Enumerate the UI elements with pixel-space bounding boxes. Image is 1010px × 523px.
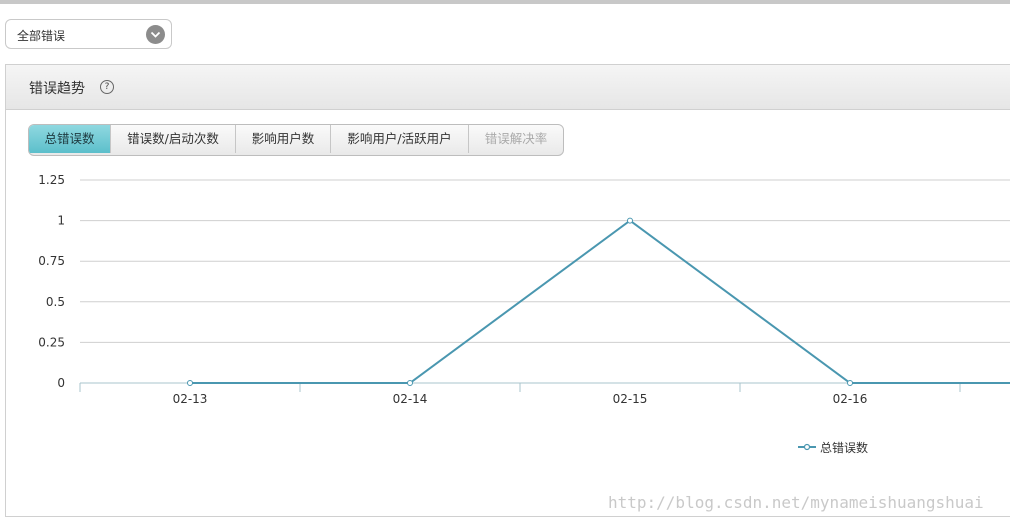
x-tick-label: 02-15 [613, 392, 648, 406]
metric-tabs: 总错误数 错误数/启动次数 影响用户数 影响用户/活跃用户 错误解决率 [28, 124, 564, 156]
tab-total-errors[interactable]: 总错误数 [29, 125, 111, 153]
x-tick-label: 02-16 [833, 392, 868, 406]
tab-errors-per-launch[interactable]: 错误数/启动次数 [111, 125, 236, 153]
chevron-down-icon[interactable] [146, 25, 165, 44]
tab-affected-active-ratio[interactable]: 影响用户/活跃用户 [331, 125, 469, 153]
legend-line-icon [798, 443, 816, 451]
y-tick-label: 0.25 [38, 335, 65, 349]
top-border [0, 0, 1010, 4]
error-filter-select[interactable]: 全部错误 [5, 19, 172, 49]
error-filter-value: 全部错误 [17, 29, 66, 43]
x-tick-label: 02-13 [173, 392, 208, 406]
y-tick-label: 1 [57, 214, 65, 228]
data-point [407, 380, 413, 386]
error-trend-chart: 1.25 1 0.75 0.5 0.25 0 02-13 02-14 02-15 02-16 [38, 173, 1010, 406]
panel-title: 错误趋势 [29, 81, 85, 97]
tab-affected-users[interactable]: 影响用户数 [236, 125, 331, 153]
tab-resolution-rate: 错误解决率 [484, 131, 548, 146]
y-tick-label: 0.5 [46, 295, 65, 309]
watermark-text: http://blog.csdn.net/mynameishuangshuai [608, 493, 984, 512]
y-tick-label: 0.75 [38, 254, 65, 268]
legend-label: 总错误数 [820, 441, 869, 455]
data-point [187, 380, 193, 386]
y-tick-label: 0 [57, 376, 65, 390]
y-tick-label: 1.25 [38, 173, 65, 187]
data-point [627, 217, 633, 224]
x-tick-label: 02-14 [393, 392, 428, 406]
data-point [847, 380, 853, 386]
help-circle-icon[interactable]: ? [100, 80, 114, 94]
panel-header: 错误趋势 ? [6, 65, 1010, 110]
